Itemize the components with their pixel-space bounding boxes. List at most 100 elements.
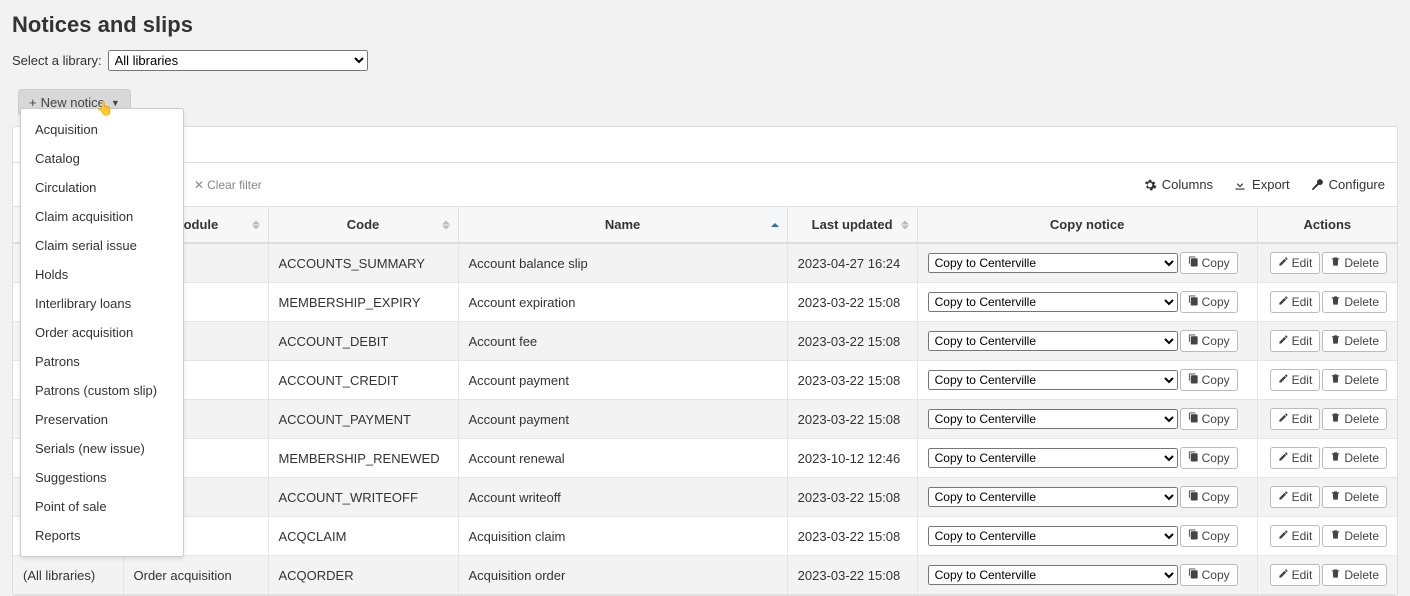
copy-button[interactable]: Copy [1180, 408, 1238, 430]
copy-destination-select[interactable]: Copy to Centerville [928, 370, 1178, 390]
cell-code: ACCOUNT_PAYMENT [268, 400, 458, 439]
edit-button[interactable]: Edit [1270, 408, 1321, 430]
dropdown-item[interactable]: Order acquisition [21, 318, 183, 347]
cell-updated: 2023-03-22 15:08 [787, 478, 917, 517]
dropdown-item[interactable]: Claim serial issue [21, 231, 183, 260]
pencil-icon [1278, 529, 1289, 543]
edit-button[interactable]: Edit [1270, 369, 1321, 391]
cell-actions: EditDelete [1257, 478, 1397, 517]
dropdown-item[interactable]: Circulation [21, 173, 183, 202]
dropdown-item[interactable]: Preservation [21, 405, 183, 434]
cell-library: (All libraries) [13, 556, 123, 595]
copy-button[interactable]: Copy [1180, 291, 1238, 313]
dropdown-item[interactable]: Point of sale [21, 492, 183, 521]
copy-button[interactable]: Copy [1180, 369, 1238, 391]
table-row: (All libraries)nACCOUNT_DEBITAccount fee… [13, 322, 1397, 361]
cell-code: ACCOUNT_CREDIT [268, 361, 458, 400]
copy-destination-select[interactable]: Copy to Centerville [928, 409, 1178, 429]
cell-code: ACCOUNT_DEBIT [268, 322, 458, 361]
columns-label: Columns [1162, 177, 1213, 192]
copy-button[interactable]: Copy [1180, 330, 1238, 352]
th-code[interactable]: Code [268, 207, 458, 243]
trash-icon [1330, 490, 1341, 504]
delete-button[interactable]: Delete [1322, 252, 1387, 274]
cell-code: ACQCLAIM [268, 517, 458, 556]
delete-button[interactable]: Delete [1322, 330, 1387, 352]
cell-name: Account payment [458, 361, 787, 400]
table-row: (All libraries)nACCOUNT_WRITEOFFAccount … [13, 478, 1397, 517]
edit-button[interactable]: Edit [1270, 252, 1321, 274]
edit-button[interactable]: Edit [1270, 486, 1321, 508]
export-button[interactable]: Export [1233, 177, 1290, 192]
cell-copy: Copy to CentervilleCopy [917, 400, 1257, 439]
new-notice-dropdown: AcquisitionCatalogCirculationClaim acqui… [20, 108, 184, 557]
cell-code: ACQORDER [268, 556, 458, 595]
cell-actions: EditDelete [1257, 322, 1397, 361]
th-copy: Copy notice [917, 207, 1257, 243]
cell-code: ACCOUNTS_SUMMARY [268, 243, 458, 283]
copy-destination-select[interactable]: Copy to Centerville [928, 487, 1178, 507]
dropdown-item[interactable]: Acquisition [21, 115, 183, 144]
cell-copy: Copy to CentervilleCopy [917, 517, 1257, 556]
wrench-icon [1310, 178, 1324, 192]
cell-updated: 2023-10-12 12:46 [787, 439, 917, 478]
library-select[interactable]: All libraries [108, 50, 368, 71]
copy-destination-select[interactable]: Copy to Centerville [928, 448, 1178, 468]
copy-button[interactable]: Copy [1180, 252, 1238, 274]
delete-button[interactable]: Delete [1322, 525, 1387, 547]
delete-button[interactable]: Delete [1322, 447, 1387, 469]
edit-button[interactable]: Edit [1270, 525, 1321, 547]
edit-button[interactable]: Edit [1270, 564, 1321, 586]
dropdown-item[interactable]: Patrons [21, 347, 183, 376]
panel-header: s [13, 127, 1397, 163]
cell-updated: 2023-03-22 15:08 [787, 283, 917, 322]
cell-copy: Copy to CentervilleCopy [917, 556, 1257, 595]
cell-name: Account fee [458, 322, 787, 361]
caret-down-icon: ▼ [111, 98, 120, 108]
copy-icon [1188, 568, 1199, 582]
copy-icon [1188, 529, 1199, 543]
cell-updated: 2023-03-22 15:08 [787, 556, 917, 595]
cell-actions: EditDelete [1257, 243, 1397, 283]
clear-filter-link[interactable]: ✕ Clear filter [194, 178, 262, 192]
copy-destination-select[interactable]: Copy to Centerville [928, 526, 1178, 546]
dropdown-item[interactable]: Holds [21, 260, 183, 289]
table-row: (All libraries)MEMBERSHIP_RENEWEDAccount… [13, 439, 1397, 478]
cell-updated: 2023-04-27 16:24 [787, 243, 917, 283]
edit-button[interactable]: Edit [1270, 291, 1321, 313]
cell-actions: EditDelete [1257, 361, 1397, 400]
dropdown-item[interactable]: Interlibrary loans [21, 289, 183, 318]
copy-button[interactable]: Copy [1180, 447, 1238, 469]
dropdown-item[interactable]: Reports [21, 521, 183, 550]
cell-updated: 2023-03-22 15:08 [787, 517, 917, 556]
edit-button[interactable]: Edit [1270, 330, 1321, 352]
copy-icon [1188, 373, 1199, 387]
columns-button[interactable]: Columns [1143, 177, 1213, 192]
copy-destination-select[interactable]: Copy to Centerville [928, 565, 1178, 585]
copy-button[interactable]: Copy [1180, 564, 1238, 586]
copy-icon [1188, 334, 1199, 348]
edit-button[interactable]: Edit [1270, 447, 1321, 469]
dropdown-item[interactable]: Patrons (custom slip) [21, 376, 183, 405]
copy-icon [1188, 295, 1199, 309]
pencil-icon [1278, 490, 1289, 504]
dropdown-item[interactable]: Catalog [21, 144, 183, 173]
delete-button[interactable]: Delete [1322, 486, 1387, 508]
copy-destination-select[interactable]: Copy to Centerville [928, 331, 1178, 351]
dropdown-item[interactable]: Suggestions [21, 463, 183, 492]
copy-button[interactable]: Copy [1180, 486, 1238, 508]
copy-destination-select[interactable]: Copy to Centerville [928, 292, 1178, 312]
cell-name: Account writeoff [458, 478, 787, 517]
trash-icon [1330, 373, 1341, 387]
delete-button[interactable]: Delete [1322, 369, 1387, 391]
dropdown-item[interactable]: Claim acquisition [21, 202, 183, 231]
delete-button[interactable]: Delete [1322, 291, 1387, 313]
th-name[interactable]: Name [458, 207, 787, 243]
copy-button[interactable]: Copy [1180, 525, 1238, 547]
configure-button[interactable]: Configure [1310, 177, 1385, 192]
th-updated[interactable]: Last updated [787, 207, 917, 243]
dropdown-item[interactable]: Serials (new issue) [21, 434, 183, 463]
copy-destination-select[interactable]: Copy to Centerville [928, 253, 1178, 273]
delete-button[interactable]: Delete [1322, 564, 1387, 586]
delete-button[interactable]: Delete [1322, 408, 1387, 430]
